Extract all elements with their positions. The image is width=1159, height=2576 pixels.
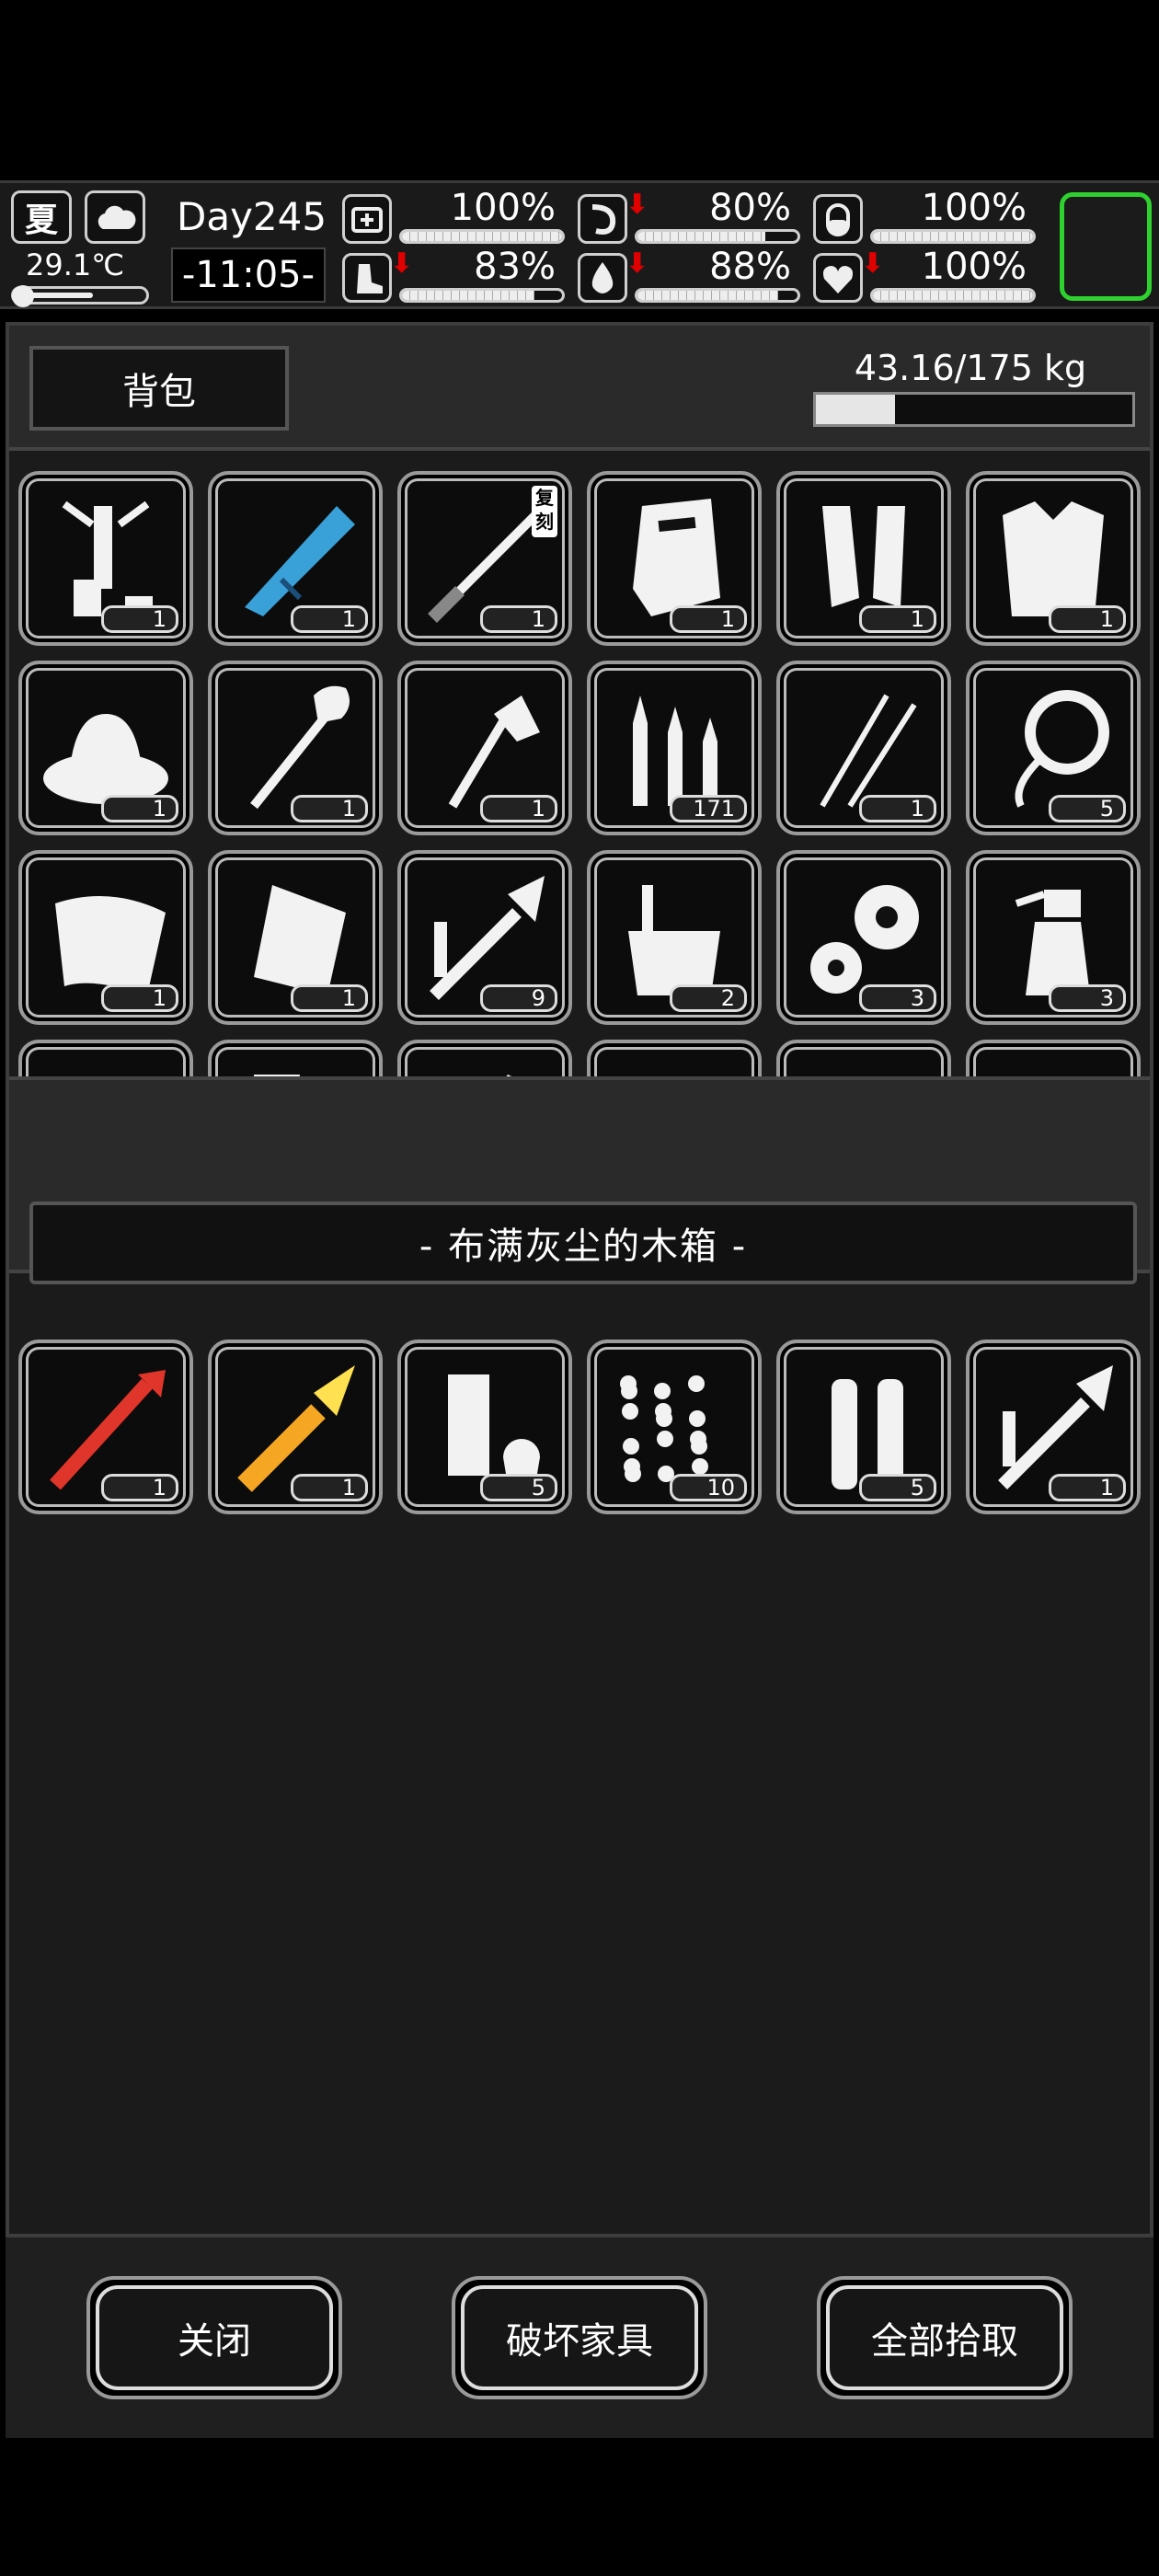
mood-bar [870, 229, 1036, 244]
inventory-slot[interactable]: 5 [776, 1340, 951, 1514]
quick-slot[interactable] [1060, 192, 1152, 301]
inventory-slot[interactable]: 9 [397, 850, 572, 1025]
mood-percent: 100% [921, 187, 1027, 229]
item-count: 1 [859, 605, 936, 633]
item-count: 1 [1049, 605, 1126, 633]
item-count: 1 [1049, 1474, 1126, 1501]
inventory-slot[interactable]: 3 [966, 850, 1141, 1025]
water-drop-icon [578, 253, 627, 303]
inventory-slot[interactable]: 2 [776, 1040, 951, 1076]
inventory-slot[interactable]: 8 [587, 1040, 762, 1076]
heart-percent: 100% [921, 246, 1027, 288]
inventory-slot[interactable]: 1 [18, 1340, 193, 1514]
container-title: - 布满灰尘的木箱 - [29, 1202, 1137, 1284]
item-count: 1 [101, 605, 178, 633]
inventory-slot[interactable]: 171 [587, 661, 762, 835]
item-count: 1 [480, 795, 557, 822]
inventory-slot[interactable]: 1 [966, 471, 1141, 646]
container-grid: 1 1 5 10 5 1 [18, 1340, 1141, 1524]
inventory-slot[interactable]: 1 [966, 1340, 1141, 1514]
inventory-slot[interactable]: 1 [587, 471, 762, 646]
weight-bar-fill [816, 395, 895, 424]
backpack-grid: 11复刻111111117115119233344826 [18, 471, 1141, 1076]
thermometer-fill [27, 293, 93, 298]
item-count: 1 [480, 605, 557, 633]
item-count: 171 [670, 795, 747, 822]
item-count: 3 [859, 984, 936, 1012]
weight-text: 43.16/175 kg [854, 348, 1087, 388]
destroy-furniture-button[interactable]: 破坏家具 [452, 2276, 707, 2399]
inventory-slot[interactable]: 2 [587, 850, 762, 1025]
take-all-button[interactable]: 全部拾取 [817, 2276, 1073, 2399]
inventory-slot[interactable]: 5 [966, 661, 1141, 835]
status-bar: 夏 29.1℃ Day245 -11:05- 100% ⬇ 80% 100% ⬇ 83% ⬇… [0, 180, 1159, 309]
inventory-slot[interactable]: 10 [587, 1340, 762, 1514]
heart-icon [813, 253, 863, 303]
item-count: 1 [859, 795, 936, 822]
item-count: 9 [480, 984, 557, 1012]
item-count: 1 [291, 605, 368, 633]
weather-cloud-icon [85, 190, 145, 244]
item-count: 1 [101, 1474, 178, 1501]
stamina-bar [399, 288, 565, 303]
day-counter: Day245 [177, 194, 327, 239]
inventory-slot[interactable]: 1 [18, 850, 193, 1025]
item-count: 10 [670, 1474, 747, 1501]
item-count: 5 [859, 1474, 936, 1501]
stomach-icon [578, 194, 627, 244]
item-count: 3 [1049, 984, 1126, 1012]
clock: -11:05- [171, 247, 326, 303]
thirst-bar [635, 288, 800, 303]
inventory-slot[interactable]: 5 [397, 1340, 572, 1514]
season-label: 夏 [24, 201, 58, 239]
heart-bar [870, 288, 1036, 303]
hunger-percent: 80% [709, 187, 791, 229]
item-count: 5 [1049, 795, 1126, 822]
inventory-slot[interactable]: 4 [208, 1040, 383, 1076]
inventory-slot[interactable]: 4 [397, 1040, 572, 1076]
item-count: 5 [480, 1474, 557, 1501]
inventory-slot[interactable]: 1 [208, 850, 383, 1025]
backpack-header: 背包 43.16/175 kg [9, 326, 1150, 451]
inventory-slot[interactable]: 6 [966, 1040, 1141, 1076]
inventory-slot[interactable]: 3 [776, 850, 951, 1025]
close-button[interactable]: 关闭 [86, 2276, 342, 2399]
hunger-bar [635, 229, 800, 244]
inventory-slot[interactable]: 1 [208, 1340, 383, 1514]
item-count: 1 [291, 984, 368, 1012]
inventory-slot[interactable]: 1 [18, 661, 193, 835]
item-count: 1 [101, 795, 178, 822]
inventory-slot[interactable]: 1 [776, 471, 951, 646]
inventory-panel: 背包 43.16/175 kg 11复刻11111111711511923334… [6, 322, 1153, 2438]
thirst-percent: 88% [709, 246, 791, 288]
item-count: 1 [291, 1474, 368, 1501]
weight-bar [813, 392, 1135, 427]
item-count: 1 [101, 984, 178, 1012]
inventory-slot[interactable]: 1 [397, 661, 572, 835]
season-icon: 夏 [11, 190, 72, 244]
stamina-percent: 83% [474, 246, 556, 288]
pill-icon [813, 194, 863, 244]
inventory-slot[interactable]: 1 [776, 661, 951, 835]
inventory-slot[interactable]: 1 [208, 661, 383, 835]
thermometer-gauge [11, 285, 149, 307]
temperature-value: 29.1℃ [26, 247, 125, 282]
item-count: 1 [291, 795, 368, 822]
inventory-slot[interactable]: 3 [18, 1040, 193, 1076]
action-bar: 关闭 破坏家具 全部拾取 [6, 2234, 1153, 2438]
inventory-slot[interactable]: 1 [208, 471, 383, 646]
item-count: 2 [670, 984, 747, 1012]
inventory-slot[interactable]: 1 [18, 471, 193, 646]
medkit-icon [342, 194, 392, 244]
health-bar [399, 229, 565, 244]
replica-tag: 复刻 [532, 486, 557, 537]
inventory-slot[interactable]: 复刻 1 [397, 471, 572, 646]
item-count: 1 [670, 605, 747, 633]
health-percent: 100% [450, 187, 556, 229]
tab-backpack[interactable]: 背包 [29, 346, 289, 431]
boot-icon [342, 253, 392, 303]
